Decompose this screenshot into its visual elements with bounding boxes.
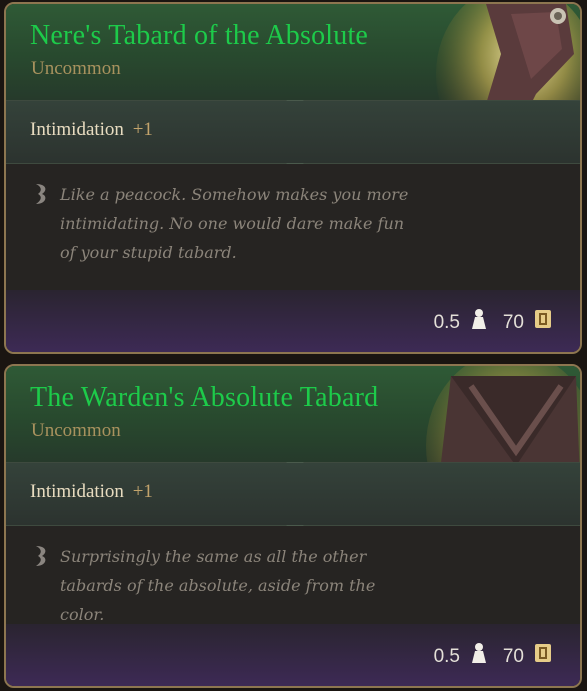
tooltip-footer: 0.5 70 [6,624,580,686]
stat-name: Intimidation +1 [30,481,153,503]
stat-label: Intimidation [30,481,124,502]
description-section: Like a peacock. Somehow makes you more i… [6,164,580,292]
item-title: Nere's Tabard of the Absolute [30,20,369,51]
item-title: The Warden's Absolute Tabard [30,382,379,413]
stat-name: Intimidation +1 [30,119,153,141]
item-tooltip-card: Nere's Tabard of the Absolute Uncommon I… [4,2,582,354]
weight-icon [472,643,486,663]
price-value: 70 [502,312,524,333]
coin-icon [535,310,551,328]
item-tooltip-card: The Warden's Absolute Tabard Uncommon In… [4,364,582,688]
item-rarity: Uncommon [31,58,121,79]
coin-icon [535,644,551,662]
description-section: Surprisingly the same as all the other t… [6,526,580,628]
weight-icon [472,309,486,329]
item-rarity: Uncommon [31,420,121,441]
tooltip-footer: 0.5 70 [6,290,580,352]
stat-row: Intimidation +1 [6,463,580,525]
stat-bonus: +1 [132,119,153,140]
weight-value: 0.5 [433,312,460,333]
item-description: Surprisingly the same as all the other t… [60,547,376,624]
stat-row: Intimidation +1 [6,101,580,163]
stat-bonus: +1 [132,481,153,502]
price-value: 70 [502,646,524,667]
weight-value: 0.5 [433,646,460,667]
stat-label: Intimidation [30,119,124,140]
item-description: Like a peacock. Somehow makes you more i… [60,185,409,262]
quill-icon [36,546,46,566]
tooltip-stack: Nere's Tabard of the Absolute Uncommon I… [0,0,587,691]
quill-icon [36,184,46,204]
